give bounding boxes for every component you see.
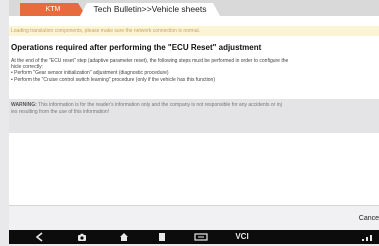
app-screen: KTM Tech Bulletin>>Vehicle sheets Loadin… [9,0,379,230]
warning-text: This information is for the reader's inf… [36,102,282,108]
system-nav-bar: VCI [9,230,379,244]
back-icon[interactable] [33,230,47,244]
home-icon[interactable] [117,230,131,244]
warning-text-cont: ies resulting from the use of this infor… [11,109,110,115]
tab-home[interactable]: KTM [20,3,86,16]
vci-label[interactable]: VCI [231,230,253,244]
step-item: • Perform the "Cruise control switch lea… [11,76,216,83]
page-title: Operations required after performing the… [11,43,262,52]
screenshot-icon[interactable] [192,230,210,244]
recents-icon[interactable] [155,230,169,244]
bottom-action-bar: Cance [9,205,379,230]
tab-vehicle-sheets[interactable]: Tech Bulletin>>Vehicle sheets [80,3,220,16]
signal-icon [359,230,377,244]
warning-box: WARNING: This information is for the rea… [9,99,379,133]
camera-icon[interactable] [75,230,89,244]
warning-label: WARNING: [11,102,37,108]
instructions-body: At the end of the "ECU reset" step (adap… [11,58,377,83]
tab-bar: KTM Tech Bulletin>>Vehicle sheets [9,0,379,16]
translation-notice: Loading translation components, please m… [9,26,379,36]
cancel-button[interactable]: Cance [359,215,379,222]
